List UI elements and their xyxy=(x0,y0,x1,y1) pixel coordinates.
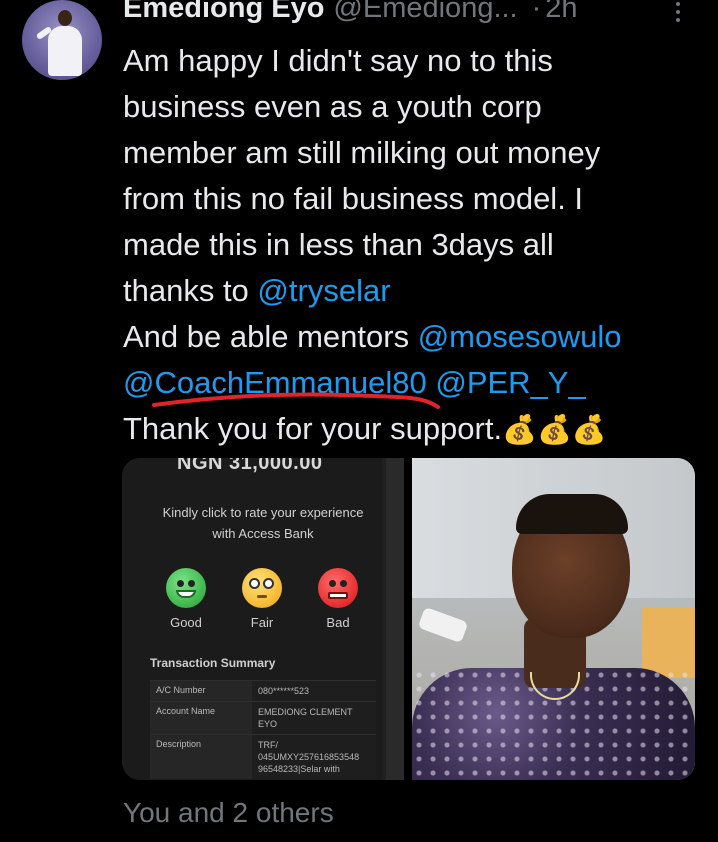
tweet-header: Emediong Eyo @Emediong... · 2h xyxy=(123,0,578,32)
mention-tryselar[interactable]: @tryselar xyxy=(257,273,390,308)
mention-per-y[interactable]: @PER_Y_ xyxy=(435,365,585,400)
summary-value: EMEDIONG CLEMENT EYO xyxy=(252,702,376,734)
summary-title: Transaction Summary xyxy=(150,656,276,670)
summary-key: Description xyxy=(150,735,252,779)
tweet-line: business even as a youth corp xyxy=(123,89,542,124)
tweet-line: member am still milking out money xyxy=(123,135,601,170)
avatar[interactable] xyxy=(22,0,102,80)
summary-value: TRF/ 045UMXY257616853548 96548233|Selar … xyxy=(252,735,376,779)
summary-key: A/C Number xyxy=(150,681,252,701)
tweet-line: Thank you for your support.💰💰💰 xyxy=(123,406,708,452)
tweet-line: Am happy I didn't say no to this xyxy=(123,43,553,78)
tweet-text-segment: Thank you for your support. xyxy=(123,411,503,446)
rate-prompt-line: Kindly click to rate your experience xyxy=(162,505,364,520)
tweet-media[interactable]: NGN 31,000.00 Kindly click to rate your … xyxy=(122,458,695,780)
tweet[interactable]: Emediong Eyo @Emediong... · 2h Am happy … xyxy=(0,0,718,842)
liked-by-text[interactable]: You and 2 others xyxy=(123,797,334,829)
rating-label-good: Good xyxy=(170,615,202,630)
rating-label-fair: Fair xyxy=(250,615,274,630)
tweet-line: And be able mentors @mosesowulo xyxy=(123,314,708,360)
rate-prompt: Kindly click to rate your experience wit… xyxy=(132,502,394,544)
separator-dot: · xyxy=(531,0,542,24)
tweet-line: made this in less than 3days all xyxy=(123,227,554,262)
money-bag-emojis: 💰💰💰 xyxy=(502,414,607,445)
tweet-text-segment: thanks to xyxy=(123,273,258,308)
table-row: Account Name EMEDIONG CLEMENT EYO xyxy=(150,701,376,734)
summary-value: 080******523 xyxy=(252,681,376,701)
tweet-line: thanks to @tryselar xyxy=(123,268,708,314)
avatar-figure-body xyxy=(48,26,82,76)
fair-face-icon xyxy=(242,568,282,608)
table-row: A/C Number 080******523 xyxy=(150,680,376,701)
bad-face-icon xyxy=(318,568,358,608)
bank-receipt-image[interactable]: NGN 31,000.00 Kindly click to rate your … xyxy=(122,458,404,780)
mention-mosesowulo[interactable]: @mosesowulo xyxy=(418,319,622,354)
tweet-text-segment: And be able mentors xyxy=(123,319,418,354)
rate-prompt-line: with Access Bank xyxy=(212,526,314,541)
photo-hair xyxy=(516,494,628,534)
summary-key: Account Name xyxy=(150,702,252,734)
author-handle[interactable]: @Emediong... xyxy=(333,0,517,25)
author-name[interactable]: Emediong Eyo xyxy=(123,0,324,25)
table-row: Description TRF/ 045UMXY257616853548 965… xyxy=(150,734,376,779)
photo-ac-unit xyxy=(417,606,469,644)
more-options-icon[interactable] xyxy=(671,2,685,26)
timestamp[interactable]: 2h xyxy=(545,0,577,25)
selfie-photo[interactable] xyxy=(412,458,695,780)
receipt-amount: NGN 31,000.00 xyxy=(177,458,323,474)
summary-table: A/C Number 080******523 Account Name EME… xyxy=(150,680,376,779)
red-underline-annotation xyxy=(152,392,440,409)
tweet-line: from this no fail business model. I xyxy=(123,181,584,216)
rating-label-bad: Bad xyxy=(326,615,350,630)
avatar-figure-head xyxy=(58,10,72,26)
good-face-icon xyxy=(166,568,206,608)
